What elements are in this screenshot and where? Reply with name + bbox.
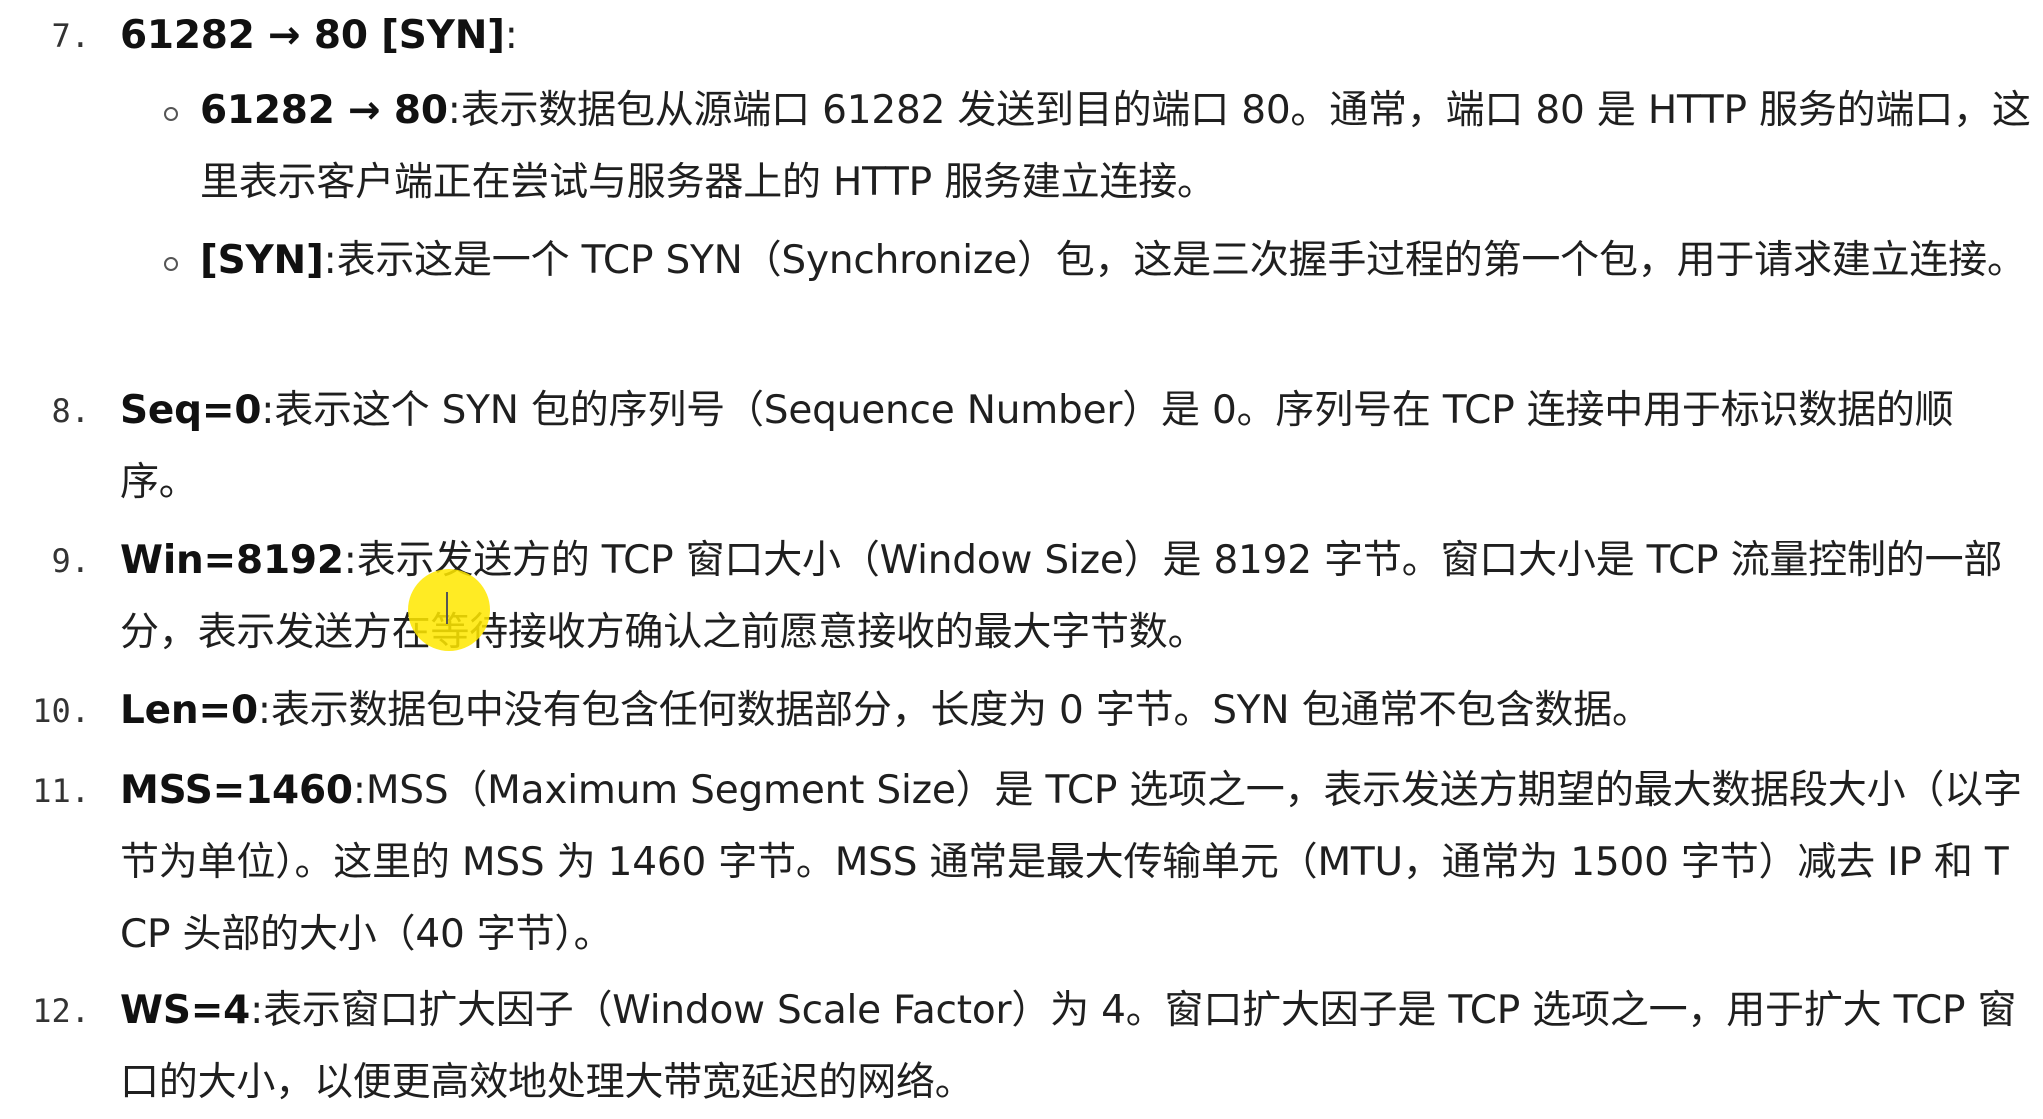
list-text-9: Win=8192:表示发送方的 TCP 窗口大小（Window Size）是 8… xyxy=(120,525,2020,669)
item-description: 表示数据包中没有包含任何数据部分，长度为 0 字节。SYN 包通常不包含数据。 xyxy=(270,688,1651,733)
text-cursor-icon xyxy=(446,592,448,624)
term-seq: Seq=0 xyxy=(120,388,262,433)
document-page: 7. 61282 → 80 [SYN]: 61282 → 80:表示数据包从源端… xyxy=(0,0,2043,1117)
term-61282-80: 61282 → 80 xyxy=(200,88,448,133)
term-mss: MSS=1460 xyxy=(120,768,353,813)
list-number-11: 11. xyxy=(32,772,90,810)
list-text-12: WS=4:表示窗口扩大因子（Window Scale Factor）为 4。窗口… xyxy=(120,975,2030,1119)
subitem-text-port-pair: 61282 → 80:表示数据包从源端口 61282 发送到目的端口 80。通常… xyxy=(200,75,2035,219)
subitem-text-syn-flag: [SYN]:表示这是一个 TCP SYN（Synchronize）包，这是三次握… xyxy=(200,225,2035,297)
list-number-9: 9. xyxy=(51,542,90,580)
term-separator: : xyxy=(261,388,275,433)
bullet-icon xyxy=(164,107,178,121)
term-separator: : xyxy=(504,13,518,58)
subitem-description: 表示这是一个 TCP SYN（Synchronize）包，这是三次握手过程的第一… xyxy=(336,238,2026,283)
term-separator: : xyxy=(352,768,366,813)
term-separator: : xyxy=(250,988,264,1033)
list-text-10: Len=0:表示数据包中没有包含任何数据部分，长度为 0 字节。SYN 包通常不… xyxy=(120,675,2020,747)
list-number-8: 8. xyxy=(51,392,90,430)
item-description: 表示这个 SYN 包的序列号（Sequence Number）是 0。序列号在 … xyxy=(120,388,1954,505)
term-ws: WS=4 xyxy=(120,988,251,1033)
item-description: 表示窗口扩大因子（Window Scale Factor）为 4。窗口扩大因子是… xyxy=(120,988,2017,1105)
term-len: Len=0 xyxy=(120,688,258,733)
item-description: 表示发送方的 TCP 窗口大小（Window Size）是 8192 字节。窗口… xyxy=(120,538,2003,655)
term-61282-80-syn: 61282 → 80 [SYN] xyxy=(120,13,505,58)
list-number-10: 10. xyxy=(32,692,90,730)
list-text-7: 61282 → 80 [SYN]: xyxy=(120,0,1980,72)
term-separator: : xyxy=(323,238,337,283)
term-separator: : xyxy=(257,688,271,733)
term-separator: : xyxy=(447,88,461,133)
item-description: MSS（Maximum Segment Size）是 TCP 选项之一，表示发送… xyxy=(120,768,2022,957)
list-number-12: 12. xyxy=(32,992,90,1030)
term-syn-flag: [SYN] xyxy=(200,238,324,283)
list-number-7: 7. xyxy=(51,17,90,55)
term-win: Win=8192 xyxy=(120,538,344,583)
term-separator: : xyxy=(343,538,357,583)
bullet-icon xyxy=(164,257,178,271)
list-text-8: Seq=0:表示这个 SYN 包的序列号（Sequence Number）是 0… xyxy=(120,375,2020,519)
subitem-description: 表示数据包从源端口 61282 发送到目的端口 80。通常，端口 80 是 HT… xyxy=(200,88,2031,205)
list-text-11: MSS=1460:MSS（Maximum Segment Size）是 TCP … xyxy=(120,755,2030,971)
